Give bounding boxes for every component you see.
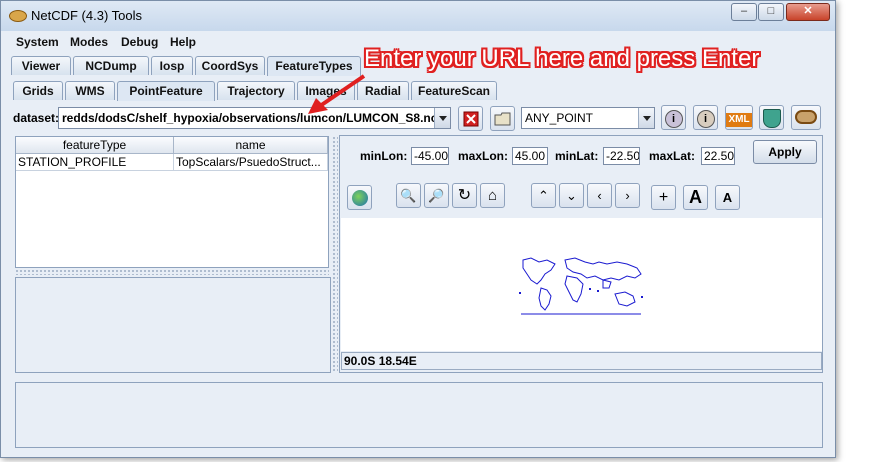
font-larger-button[interactable]: A <box>683 185 708 210</box>
table-cell-name[interactable]: TopScalars/PsuedoStruct... <box>174 154 328 171</box>
right-icon: › <box>625 188 630 203</box>
font-smaller-button[interactable]: A <box>715 185 740 210</box>
map-canvas[interactable] <box>341 218 822 351</box>
tab-wms[interactable]: WMS <box>65 81 115 100</box>
pan-right-button[interactable]: › <box>615 183 640 208</box>
maximize-button[interactable]: □ <box>758 3 784 21</box>
reset-icon: ↻ <box>457 187 472 204</box>
dataset-url-value[interactable]: redds/dodsC/shelf_hypoxia/observations/l… <box>62 111 437 125</box>
clear-icon <box>463 111 478 127</box>
globe-icon <box>351 190 368 206</box>
annotation-text: Enter your URL here and press Enter <box>364 45 760 72</box>
tab-coordsys[interactable]: CoordSys <box>195 56 265 75</box>
pan-left-button[interactable]: ‹ <box>587 183 612 208</box>
maxlat-label: maxLat: <box>649 149 696 163</box>
menu-debug[interactable]: Debug <box>121 35 158 49</box>
plus-icon: + <box>658 189 669 206</box>
tab-viewer[interactable]: Viewer <box>11 56 71 75</box>
add-button[interactable]: + <box>651 185 676 210</box>
left-icon: ‹ <box>597 188 602 203</box>
xml-icon: XML <box>726 113 752 127</box>
home-button[interactable]: ⌂ <box>480 183 505 208</box>
xml-button[interactable]: XML <box>725 105 753 130</box>
table-header-name[interactable]: name <box>174 137 328 154</box>
table-header-featuretype[interactable]: featureType <box>16 137 174 154</box>
world-map <box>519 257 643 315</box>
zoom-out-button[interactable]: 🔎 <box>424 183 449 208</box>
tab-iosp[interactable]: Iosp <box>151 56 193 75</box>
tab-ncdump[interactable]: NCDump <box>73 56 149 75</box>
clear-button[interactable] <box>458 106 483 131</box>
shield-icon <box>762 109 781 128</box>
details-button[interactable]: i <box>693 105 718 130</box>
pan-up-button[interactable]: ⌃ <box>531 183 556 208</box>
menu-help[interactable]: Help <box>170 35 196 49</box>
maxlon-field[interactable]: 45.00 <box>512 147 548 165</box>
minlon-field[interactable]: -45.00 <box>411 147 449 165</box>
info-icon: i <box>696 110 715 128</box>
tab-grids[interactable]: Grids <box>13 81 63 100</box>
title-bar: NetCDF (4.3) Tools – □ ✕ <box>1 1 835 31</box>
open-file-button[interactable] <box>490 106 515 131</box>
reset-button[interactable]: ↻ <box>452 183 477 208</box>
table-cell-featuretype[interactable]: STATION_PROFILE <box>16 154 174 171</box>
home-icon: ⌂ <box>487 187 498 204</box>
minlat-label: minLat: <box>555 149 599 163</box>
netcdf-app-icon <box>9 10 27 22</box>
menu-modes[interactable]: Modes <box>70 35 108 49</box>
feature-detail-panel <box>15 277 331 373</box>
annotation-arrow <box>308 74 366 114</box>
window-title: NetCDF (4.3) Tools <box>31 8 143 23</box>
zoom-out-icon: 🔎 <box>428 188 445 203</box>
storage-icon <box>795 110 817 124</box>
tab-featurescan[interactable]: FeatureScan <box>411 81 497 100</box>
feature-type-combo[interactable]: ANY_POINT <box>521 107 655 129</box>
globe-button[interactable] <box>347 185 372 210</box>
minlat-field[interactable]: -22.50 <box>603 147 640 165</box>
dataset-label: dataset: <box>13 111 60 125</box>
menu-system[interactable]: System <box>16 35 59 49</box>
folder-icon <box>494 112 510 126</box>
maxlat-field[interactable]: 22.50 <box>701 147 735 165</box>
split-divider[interactable] <box>15 269 329 275</box>
info-icon: i <box>664 110 683 128</box>
dataset-url-combo[interactable]: redds/dodsC/shelf_hypoxia/observations/l… <box>58 107 451 129</box>
down-icon: ⌄ <box>566 188 577 203</box>
dataset-dropdown-arrow[interactable] <box>434 108 450 128</box>
info-button[interactable]: i <box>661 105 686 130</box>
tab-trajectory[interactable]: Trajectory <box>217 81 295 100</box>
shield-button[interactable] <box>759 105 784 130</box>
font-larger-icon: A <box>689 187 702 207</box>
font-smaller-icon: A <box>722 190 733 205</box>
apply-button[interactable]: Apply <box>753 140 817 164</box>
close-button[interactable]: ✕ <box>786 3 830 21</box>
message-panel <box>15 382 823 448</box>
feature-tab-row: Grids WMS PointFeature Trajectory Images… <box>13 81 833 101</box>
tab-pointfeature[interactable]: PointFeature <box>117 81 215 101</box>
feature-table[interactable]: featureType name STATION_PROFILE TopScal… <box>15 136 329 268</box>
zoom-in-button[interactable]: 🔍 <box>396 183 421 208</box>
minlon-label: minLon: <box>360 149 408 163</box>
feature-type-value[interactable]: ANY_POINT <box>525 111 593 125</box>
minimize-button[interactable]: – <box>731 3 757 21</box>
zoom-in-icon: 🔍 <box>400 188 417 203</box>
feature-type-dropdown-arrow[interactable] <box>638 108 654 128</box>
pan-down-button[interactable]: ⌄ <box>559 183 584 208</box>
storage-button[interactable] <box>791 105 821 130</box>
map-status-readout: 90.0S 18.54E <box>341 352 822 370</box>
vertical-split-divider[interactable] <box>332 136 338 372</box>
up-icon: ⌃ <box>538 188 549 203</box>
maxlon-label: maxLon: <box>458 149 509 163</box>
